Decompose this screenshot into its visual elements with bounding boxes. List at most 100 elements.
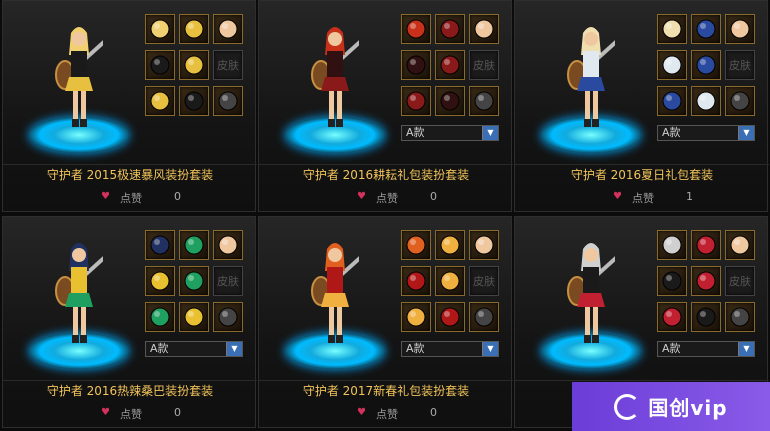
equipment-slots: 皮肤 [657, 14, 759, 118]
like-row: ♥ 点赞 0 [3, 405, 257, 423]
heart-icon[interactable]: ♥ [613, 191, 622, 202]
variant-select-value: A款 [662, 342, 681, 355]
equipment-slots: 皮肤 [401, 230, 503, 334]
like-row: ♥ 点赞 0 [3, 189, 257, 207]
like-button[interactable]: 点赞 [120, 190, 142, 206]
equipment-slot-icon[interactable] [213, 86, 243, 116]
equipment-slot-icon[interactable] [657, 230, 687, 260]
equipment-slot-icon[interactable] [401, 14, 431, 44]
like-button[interactable]: 点赞 [632, 190, 654, 206]
costume-title[interactable]: 守护者 2016热辣桑巴装扮套装 [3, 380, 257, 400]
heart-icon[interactable]: ♥ [357, 407, 366, 418]
equipment-slot-icon[interactable] [145, 266, 175, 296]
equipment-slot-icon[interactable] [469, 86, 499, 116]
equipment-slot-icon[interactable] [213, 14, 243, 44]
variant-select-value: A款 [662, 126, 681, 139]
character-sprite-icon [567, 27, 615, 127]
equipment-slot-icon[interactable] [401, 302, 431, 332]
equipment-slot-icon[interactable] [145, 230, 175, 260]
like-count: 0 [174, 190, 181, 203]
equipment-slot-icon[interactable] [435, 50, 465, 80]
skin-slot[interactable]: 皮肤 [725, 266, 755, 296]
chevron-down-icon[interactable]: ▼ [482, 342, 498, 356]
equipment-slot-icon[interactable] [657, 302, 687, 332]
equipment-slot-icon[interactable] [179, 86, 209, 116]
costume-card[interactable]: 皮肤守护者 2015极速暴风装扮套装 ♥ 点赞 0 [2, 0, 257, 212]
equipment-slot-icon[interactable] [725, 302, 755, 332]
equipment-slot-icon[interactable] [691, 230, 721, 260]
heart-icon[interactable]: ♥ [101, 191, 110, 202]
costume-title[interactable]: 守护者 2015极速暴风装扮套装 [3, 164, 257, 184]
equipment-slot-icon[interactable] [401, 230, 431, 260]
like-button[interactable]: 点赞 [376, 406, 398, 422]
variant-select[interactable]: A款 ▼ [401, 125, 499, 141]
heart-icon[interactable]: ♥ [357, 191, 366, 202]
equipment-slot-icon[interactable] [691, 266, 721, 296]
equipment-slot-icon[interactable] [657, 266, 687, 296]
skin-slot[interactable]: 皮肤 [469, 50, 499, 80]
costume-card[interactable]: 皮肤 A款 ▼ 守护者 2017新春礼包装扮套装 ♥ 点赞 0 [258, 216, 513, 428]
heart-icon[interactable]: ♥ [101, 407, 110, 418]
costume-card[interactable]: 皮肤 A款 ▼ 守护者 2016夏日礼包套装 ♥ 点赞 1 [514, 0, 769, 212]
variant-select[interactable]: A款 ▼ [145, 341, 243, 357]
equipment-slot-icon[interactable] [145, 14, 175, 44]
costume-card[interactable]: 皮肤 A款 ▼ 守护者 2016耕耘礼包装扮套装 ♥ 点赞 0 [258, 0, 513, 212]
variant-select[interactable]: A款 ▼ [657, 341, 755, 357]
like-count: 1 [686, 190, 693, 203]
variant-select-value: A款 [406, 342, 425, 355]
equipment-slot-icon[interactable] [179, 50, 209, 80]
equipment-slot-icon[interactable] [401, 266, 431, 296]
character-sprite-icon [311, 243, 359, 343]
costume-title[interactable]: 守护者 2016耕耘礼包装扮套装 [259, 164, 513, 184]
equipment-slot-icon[interactable] [725, 230, 755, 260]
equipment-slot-icon[interactable] [435, 266, 465, 296]
equipment-slot-icon[interactable] [145, 86, 175, 116]
equipment-slot-icon[interactable] [691, 14, 721, 44]
costume-title[interactable]: 守护者 2017新春礼包装扮套装 [259, 380, 513, 400]
equipment-slot-icon[interactable] [435, 86, 465, 116]
equipment-slot-icon[interactable] [213, 230, 243, 260]
equipment-slot-icon[interactable] [435, 14, 465, 44]
like-button[interactable]: 点赞 [376, 190, 398, 206]
costume-title[interactable]: 守护者 2016夏日礼包套装 [515, 164, 769, 184]
equipment-slot-icon[interactable] [691, 302, 721, 332]
equipment-slot-icon[interactable] [469, 14, 499, 44]
equipment-slot-icon[interactable] [179, 302, 209, 332]
chevron-down-icon[interactable]: ▼ [738, 342, 754, 356]
skin-slot[interactable]: 皮肤 [213, 50, 243, 80]
equipment-slots: 皮肤 [657, 230, 759, 334]
equipment-slot-icon[interactable] [213, 302, 243, 332]
equipment-slot-icon[interactable] [657, 14, 687, 44]
equipment-slot-icon[interactable] [469, 230, 499, 260]
equipment-slot-icon[interactable] [401, 86, 431, 116]
skin-slot[interactable]: 皮肤 [469, 266, 499, 296]
equipment-slot-icon[interactable] [691, 86, 721, 116]
equipment-slot-icon[interactable] [179, 230, 209, 260]
equipment-slot-icon[interactable] [691, 50, 721, 80]
chevron-down-icon[interactable]: ▼ [226, 342, 242, 356]
like-count: 0 [174, 406, 181, 419]
equipment-slot-icon[interactable] [725, 86, 755, 116]
character-sprite-icon [55, 243, 103, 343]
variant-select[interactable]: A款 ▼ [657, 125, 755, 141]
variant-select[interactable]: A款 ▼ [401, 341, 499, 357]
badge-text: 国创vip [648, 396, 728, 420]
equipment-slot-icon[interactable] [179, 14, 209, 44]
skin-slot[interactable]: 皮肤 [725, 50, 755, 80]
equipment-slot-icon[interactable] [657, 50, 687, 80]
costume-card[interactable]: 皮肤 A款 ▼ 守护者 2016热辣桑巴装扮套装 ♥ 点赞 0 [2, 216, 257, 428]
equipment-slot-icon[interactable] [145, 302, 175, 332]
skin-slot[interactable]: 皮肤 [213, 266, 243, 296]
chevron-down-icon[interactable]: ▼ [738, 126, 754, 140]
equipment-slot-icon[interactable] [657, 86, 687, 116]
like-button[interactable]: 点赞 [120, 406, 142, 422]
equipment-slot-icon[interactable] [435, 302, 465, 332]
equipment-slot-icon[interactable] [469, 302, 499, 332]
like-count: 0 [430, 190, 437, 203]
equipment-slot-icon[interactable] [401, 50, 431, 80]
equipment-slot-icon[interactable] [145, 50, 175, 80]
equipment-slot-icon[interactable] [179, 266, 209, 296]
equipment-slot-icon[interactable] [435, 230, 465, 260]
equipment-slot-icon[interactable] [725, 14, 755, 44]
chevron-down-icon[interactable]: ▼ [482, 126, 498, 140]
